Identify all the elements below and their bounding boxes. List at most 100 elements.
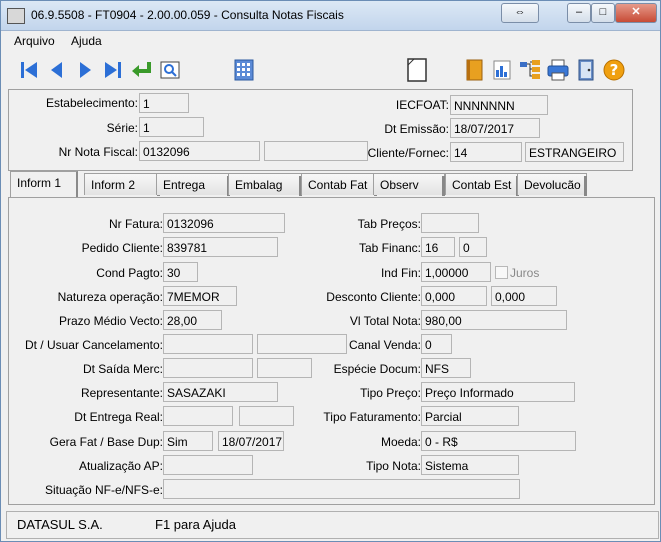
menu-bar: Arquivo Ajuda xyxy=(1,31,660,51)
tab-inform-2[interactable]: Inform 2 xyxy=(84,173,160,196)
vl-total-field[interactable]: 980,00 xyxy=(421,310,567,330)
book-icon[interactable] xyxy=(462,57,486,83)
nr-nota-field[interactable]: 0132096 xyxy=(139,141,260,161)
gera-fat-label: Gera Fat / Base Dup: xyxy=(49,435,163,449)
tab-entrega-label: Entrega xyxy=(163,178,206,192)
iecfoat-label: IECFOAT: xyxy=(395,98,449,112)
cliente-code-field[interactable]: 14 xyxy=(450,142,522,162)
tipo-fat-field[interactable]: Parcial xyxy=(421,406,519,426)
print-icon[interactable] xyxy=(546,57,570,83)
tab-financ-2-field[interactable]: 0 xyxy=(459,237,487,257)
tab-embalag[interactable]: Embalag xyxy=(228,173,302,196)
vl-total-label: Vl Total Nota: xyxy=(349,314,421,328)
especie-field[interactable]: NFS xyxy=(421,358,471,378)
chart-icon[interactable] xyxy=(490,57,514,83)
gera-fat-field[interactable]: Sim xyxy=(163,431,213,451)
window-title: 06.9.5508 - FT0904 - 2.00.00.059 - Consu… xyxy=(31,8,344,22)
nr-fatura-label: Nr Fatura: xyxy=(108,217,163,231)
pedido-cliente-label: Pedido Cliente: xyxy=(81,241,163,255)
tab-inform-1-label: Inform 1 xyxy=(17,176,62,190)
estabelecimento-label: Estabelecimento: xyxy=(45,96,138,110)
dt-cancel-label: Dt / Usuar Cancelamento: xyxy=(24,338,163,352)
nr-fatura-field[interactable]: 0132096 xyxy=(163,213,285,233)
cliente-label: Cliente/Fornec: xyxy=(367,146,449,160)
tipo-nota-field[interactable]: Sistema xyxy=(421,455,519,475)
desconto-2-field[interactable]: 0,000 xyxy=(491,286,557,306)
canal-venda-field[interactable]: 0 xyxy=(421,334,452,354)
estabelecimento-field[interactable]: 1 xyxy=(139,93,189,113)
tab-entrega[interactable]: Entrega xyxy=(156,173,230,196)
tab-content-panel: Nr Fatura: 0132096 Pedido Cliente: 83978… xyxy=(8,197,655,505)
pedido-cliente-field[interactable]: 839781 xyxy=(163,237,278,257)
return-icon[interactable] xyxy=(129,57,153,83)
nr-nota-extra-field[interactable] xyxy=(264,141,368,161)
situacao-field[interactable] xyxy=(163,479,520,499)
tab-contab-est[interactable]: Contab Est xyxy=(445,173,519,196)
svg-text:?: ? xyxy=(610,61,619,79)
tab-devolucao-label: Devolucão xyxy=(524,178,581,192)
new-document-icon[interactable] xyxy=(405,57,429,83)
canal-venda-label: Canal Venda: xyxy=(348,338,421,352)
ind-fin-field[interactable]: 1,00000 xyxy=(421,262,491,282)
toolbar: ? xyxy=(1,53,660,87)
tab-financ-1-field[interactable]: 16 xyxy=(421,237,455,257)
last-icon[interactable] xyxy=(101,57,125,83)
calendar-icon[interactable] xyxy=(232,57,256,83)
header-panel: Estabelecimento: 1 Série: 1 Nr Nota Fisc… xyxy=(8,89,633,171)
cliente-name-field[interactable]: ESTRANGEIRO xyxy=(525,142,624,162)
cond-pagto-field[interactable]: 30 xyxy=(163,262,198,282)
tab-observ[interactable]: Observ xyxy=(373,173,445,196)
prazo-field[interactable]: 28,00 xyxy=(163,310,222,330)
dt-entrega-extra-field[interactable] xyxy=(239,406,294,426)
tab-financ-label: Tab Financ: xyxy=(358,241,421,255)
first-icon[interactable] xyxy=(17,57,41,83)
situacao-label: Situação NF-e/NFS-e: xyxy=(44,483,163,497)
next-icon[interactable] xyxy=(73,57,97,83)
atualizacao-field[interactable] xyxy=(163,455,253,475)
natureza-field[interactable]: 7MEMOR xyxy=(163,286,237,306)
moeda-field[interactable]: 0 - R$ xyxy=(421,431,576,451)
tab-contab-fat[interactable]: Contab Fat xyxy=(301,173,377,196)
tipo-preco-field[interactable]: Preço Informado xyxy=(421,382,575,402)
maximize-button[interactable]: □ xyxy=(591,3,615,23)
dt-emissao-field[interactable]: 18/07/2017 xyxy=(450,118,540,138)
usuar-cancel-field[interactable] xyxy=(257,334,347,354)
representante-label: Representante: xyxy=(80,386,163,400)
dt-entrega-label: Dt Entrega Real: xyxy=(74,410,163,424)
exit-door-icon[interactable] xyxy=(574,57,598,83)
dt-entrega-field[interactable] xyxy=(163,406,233,426)
tab-embalag-label: Embalag xyxy=(235,178,283,192)
representante-field[interactable]: SASAZAKI xyxy=(163,382,278,402)
tab-inform-1[interactable]: Inform 1 xyxy=(10,171,78,197)
desconto-label: Desconto Cliente: xyxy=(326,290,421,304)
base-dup-field[interactable]: 18/07/2017 xyxy=(218,431,284,451)
serie-field[interactable]: 1 xyxy=(139,117,204,137)
tab-contab-est-label: Contab Est xyxy=(452,178,512,192)
main-window: 06.9.5508 - FT0904 - 2.00.00.059 - Consu… xyxy=(0,0,661,542)
dt-saida-extra-field[interactable] xyxy=(257,358,312,378)
zoom-icon[interactable] xyxy=(158,57,182,83)
cond-pagto-label: Cond Pagto: xyxy=(96,266,163,280)
tab-precos-field[interactable] xyxy=(421,213,479,233)
natureza-label: Natureza operação: xyxy=(57,290,163,304)
dt-cancel-field[interactable] xyxy=(163,334,253,354)
prazo-label: Prazo Médio Vecto: xyxy=(58,314,163,328)
prev-icon[interactable] xyxy=(45,57,69,83)
tab-devolucao[interactable]: Devolucão xyxy=(517,173,587,196)
help-icon[interactable]: ? xyxy=(602,57,626,83)
minimize-button[interactable]: – xyxy=(567,3,591,23)
title-bar: 06.9.5508 - FT0904 - 2.00.00.059 - Consu… xyxy=(1,1,660,31)
status-company: DATASUL S.A. xyxy=(17,517,103,532)
restore-button[interactable]: ⇔ xyxy=(501,3,539,23)
close-button[interactable]: ✕ xyxy=(615,3,657,23)
menu-arquivo[interactable]: Arquivo xyxy=(14,34,55,48)
tipo-fat-label: Tipo Faturamento: xyxy=(323,410,421,424)
menu-ajuda[interactable]: Ajuda xyxy=(71,34,102,48)
juros-checkbox[interactable] xyxy=(495,266,508,279)
dt-saida-field[interactable] xyxy=(163,358,253,378)
status-bar: DATASUL S.A. F1 para Ajuda xyxy=(6,511,659,539)
desconto-1-field[interactable]: 0,000 xyxy=(421,286,487,306)
iecfoat-field[interactable]: NNNNNNN xyxy=(450,95,548,115)
tree-icon[interactable] xyxy=(518,57,542,83)
tab-contab-fat-label: Contab Fat xyxy=(308,178,368,192)
